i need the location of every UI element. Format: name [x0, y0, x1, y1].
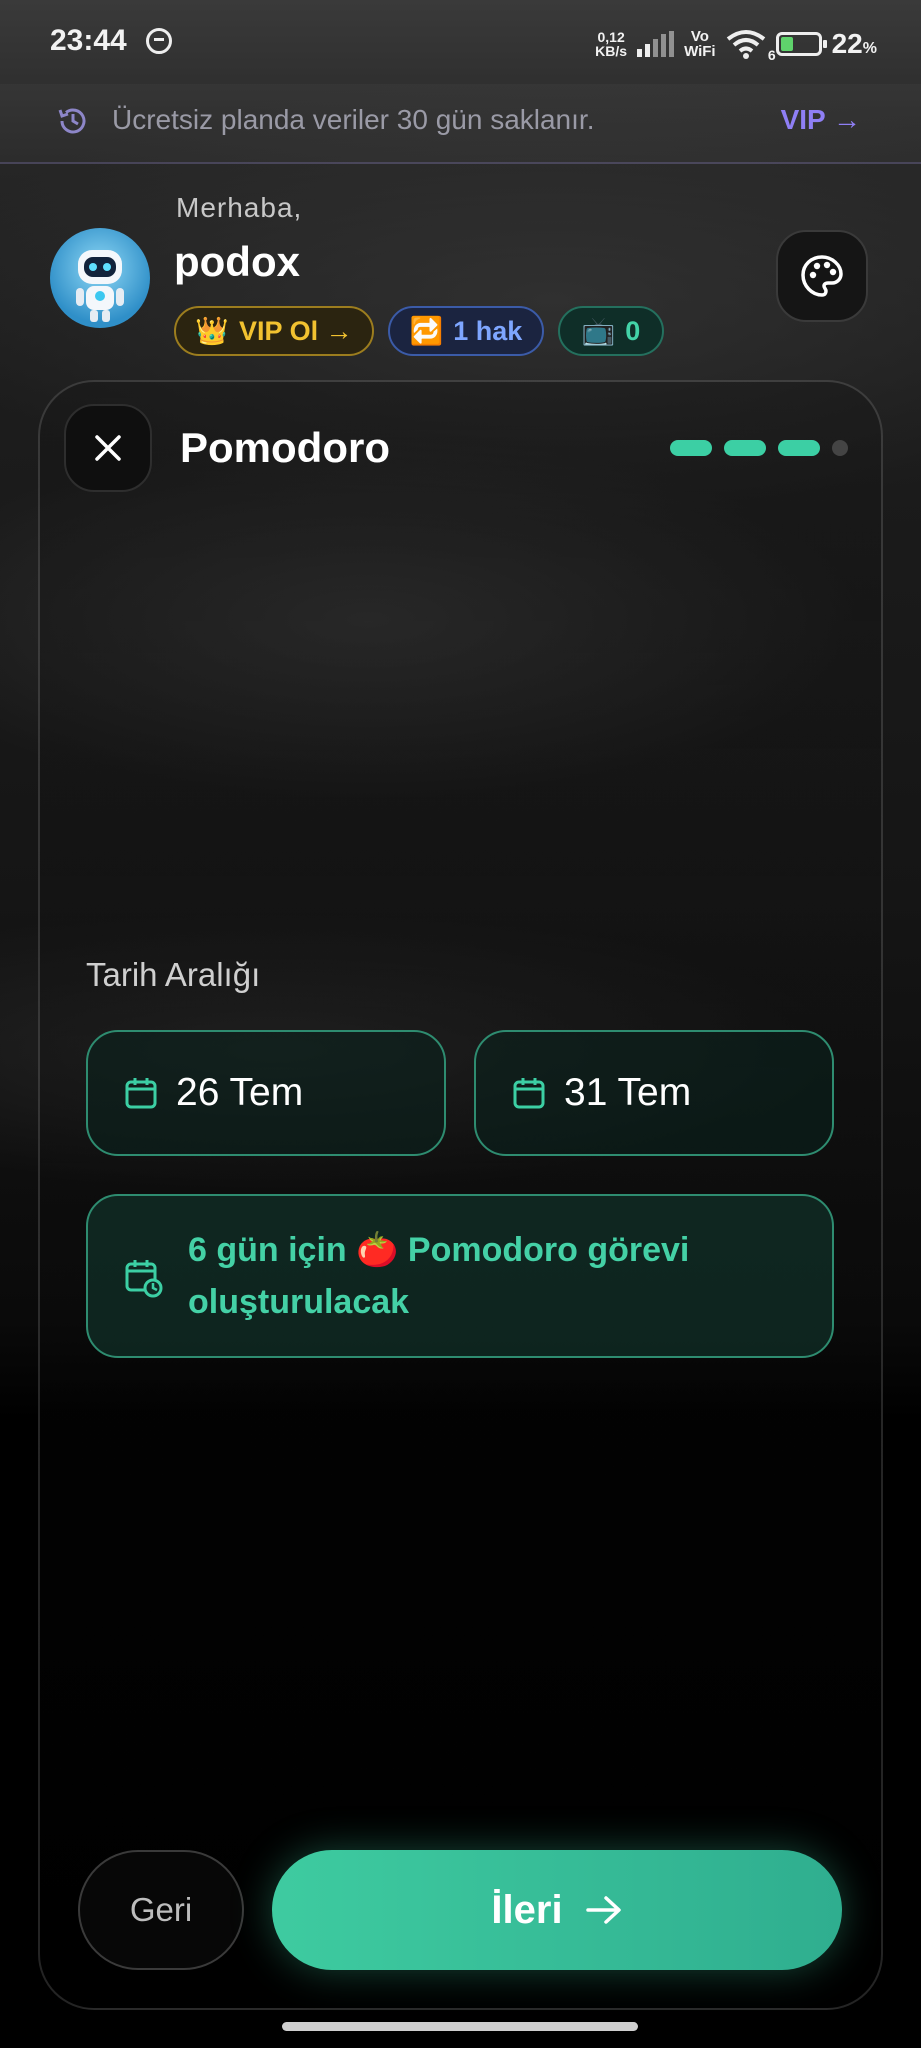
- retention-text: Ücretsiz planda veriler 30 gün saklanır.: [112, 104, 595, 135]
- theme-button[interactable]: [776, 230, 868, 322]
- signal-icon: [637, 31, 675, 57]
- vowifi-icon: Vo WiFi: [684, 28, 716, 60]
- end-date-field[interactable]: 31 Tem: [474, 1030, 834, 1156]
- ads-chip[interactable]: 📺 0: [558, 306, 664, 356]
- wizard-title: Pomodoro: [180, 424, 390, 471]
- step-indicator: [670, 440, 848, 456]
- arrow-right-icon: [585, 1896, 621, 1924]
- palette-icon: [801, 255, 843, 297]
- avatar[interactable]: [50, 228, 150, 328]
- step-dot-1: [670, 440, 712, 456]
- notification-icon: [146, 28, 172, 54]
- greeting: Merhaba,: [176, 192, 303, 223]
- repeat-icon: 🔁: [409, 316, 444, 346]
- vip-chip[interactable]: 👑 VIP Ol →: [174, 306, 374, 356]
- date-range-label: Tarih Aralığı: [86, 956, 261, 993]
- network-speed: 0,12 KB/s: [595, 29, 628, 59]
- back-button[interactable]: Geri: [78, 1850, 244, 1970]
- step-dot-2: [724, 440, 766, 456]
- calendar-icon: [125, 1078, 157, 1109]
- robot-avatar-icon: [76, 250, 124, 322]
- close-icon: [95, 435, 121, 461]
- step-dot-3: [778, 440, 820, 456]
- next-button[interactable]: İleri: [272, 1850, 842, 1970]
- home-indicator[interactable]: [282, 2022, 638, 2031]
- summary-text: 6 gün için 🍅 Pomodoro görevi oluşturulac…: [188, 1231, 690, 1321]
- tv-icon: 📺: [581, 316, 616, 346]
- username: podox: [174, 238, 300, 285]
- history-icon: [56, 104, 90, 138]
- close-button[interactable]: [64, 404, 152, 492]
- step-dot-4: [832, 440, 848, 456]
- calendar-icon: [513, 1078, 545, 1109]
- status-indicators: 0,12 KB/s Vo WiFi 6 22%: [595, 24, 877, 64]
- vip-link[interactable]: VIP →: [781, 104, 861, 136]
- credits-chip[interactable]: 🔁 1 hak: [388, 306, 544, 356]
- calendar-repeat-icon: [124, 1258, 164, 1303]
- status-time: 23:44: [50, 24, 127, 57]
- battery-icon: [775, 32, 827, 56]
- start-date-field[interactable]: 26 Tem: [86, 1030, 446, 1156]
- crown-icon: 👑: [195, 316, 230, 346]
- battery-percentage: 22%: [831, 28, 877, 59]
- wifi-icon: 6: [726, 29, 776, 63]
